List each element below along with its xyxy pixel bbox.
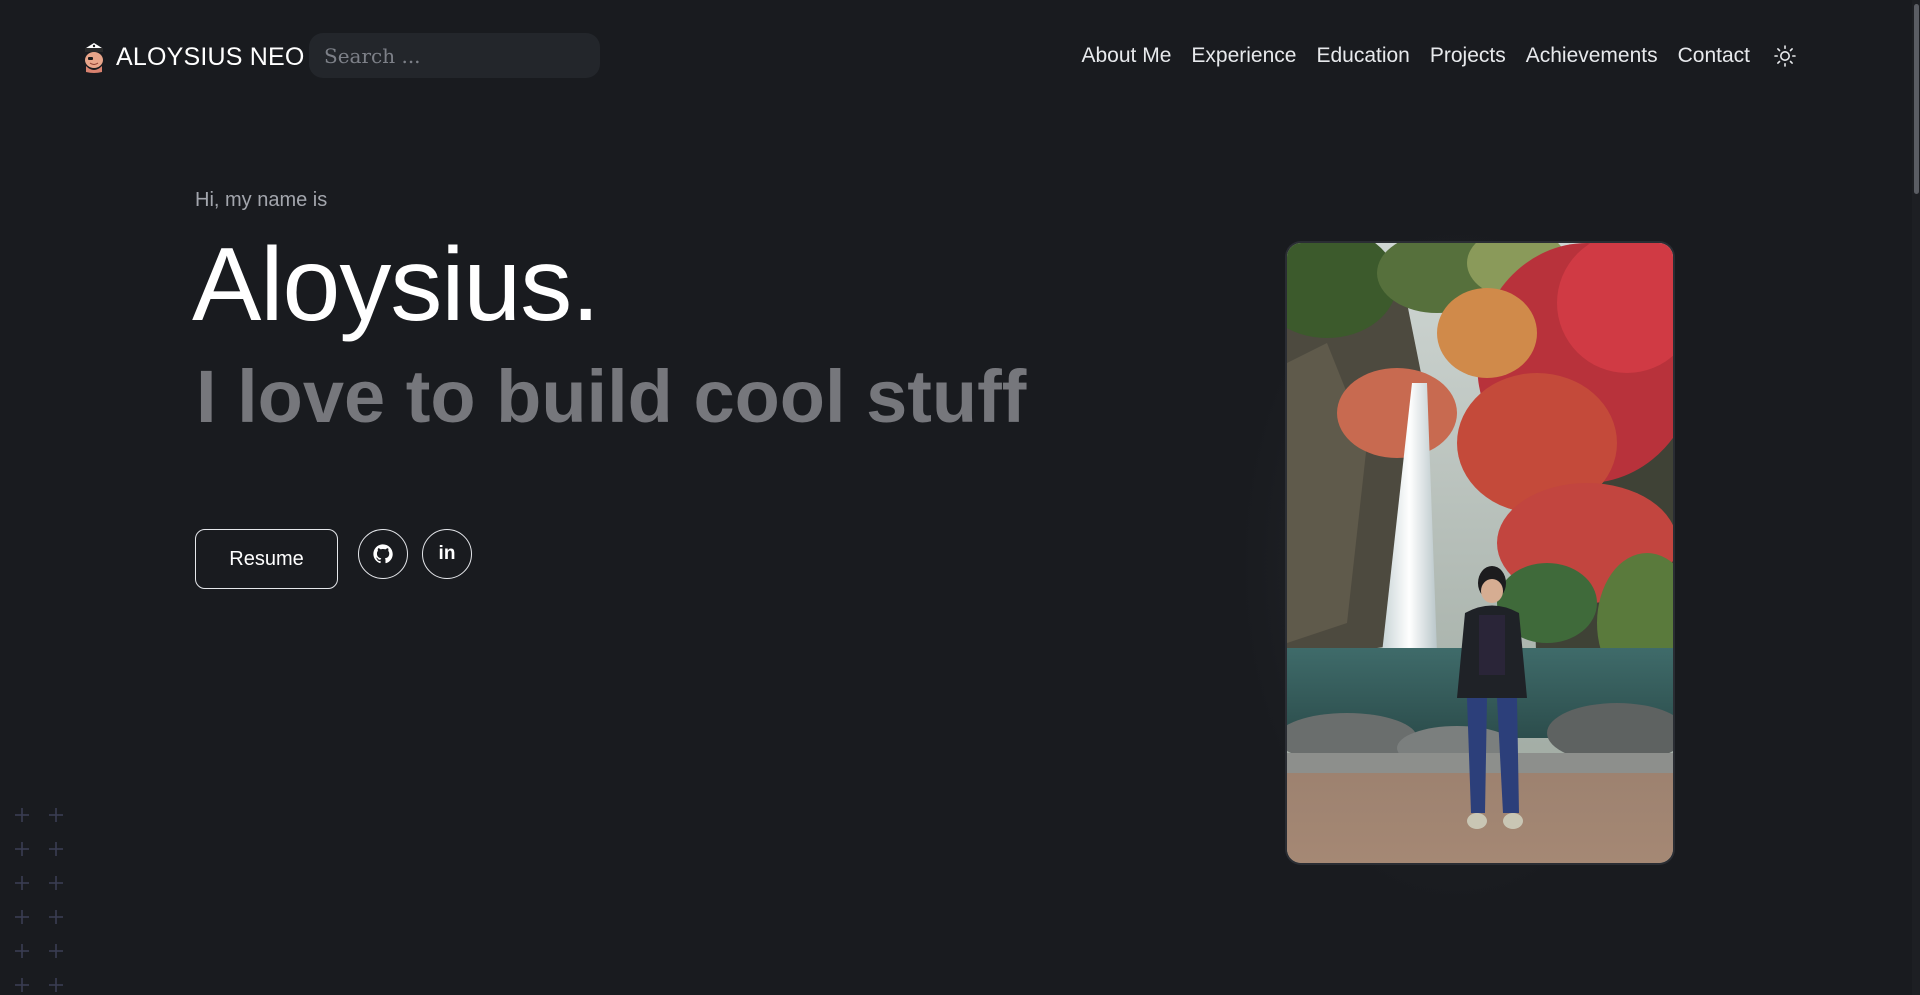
nav-about-me[interactable]: About Me [1082, 44, 1172, 68]
resume-button[interactable]: Resume [195, 529, 338, 589]
brand-home-link[interactable]: ALOYSIUS NEO [80, 36, 305, 78]
nav-experience[interactable]: Experience [1191, 44, 1296, 68]
nav-education[interactable]: Education [1316, 44, 1409, 68]
scrollbar[interactable] [1912, 0, 1920, 995]
nav-projects[interactable]: Projects [1430, 44, 1506, 68]
linkedin-icon: in [438, 543, 456, 564]
github-link[interactable] [358, 529, 408, 579]
nav-links: About Me Experience Education Projects A… [1082, 38, 1799, 74]
brand-name: ALOYSIUS NEO [116, 42, 305, 71]
pirate-avatar-icon [85, 43, 103, 73]
navbar: ALOYSIUS NEO About Me Experience Educati… [0, 0, 1920, 112]
search-input[interactable] [309, 33, 600, 78]
theme-toggle-button[interactable] [1772, 43, 1798, 69]
linkedin-link[interactable]: in [422, 529, 472, 579]
scrollbar-thumb[interactable] [1914, 4, 1919, 194]
profile-photo [1287, 243, 1673, 863]
hero-name: Aloysius. [192, 227, 600, 343]
hero-tagline: I love to build cool stuff [196, 355, 1027, 438]
hero-greeting: Hi, my name is [195, 189, 328, 211]
github-icon [373, 544, 393, 564]
nav-contact[interactable]: Contact [1678, 44, 1750, 68]
sun-icon [1774, 45, 1796, 67]
nav-achievements[interactable]: Achievements [1526, 44, 1658, 68]
decorative-plus-grid [15, 808, 63, 992]
